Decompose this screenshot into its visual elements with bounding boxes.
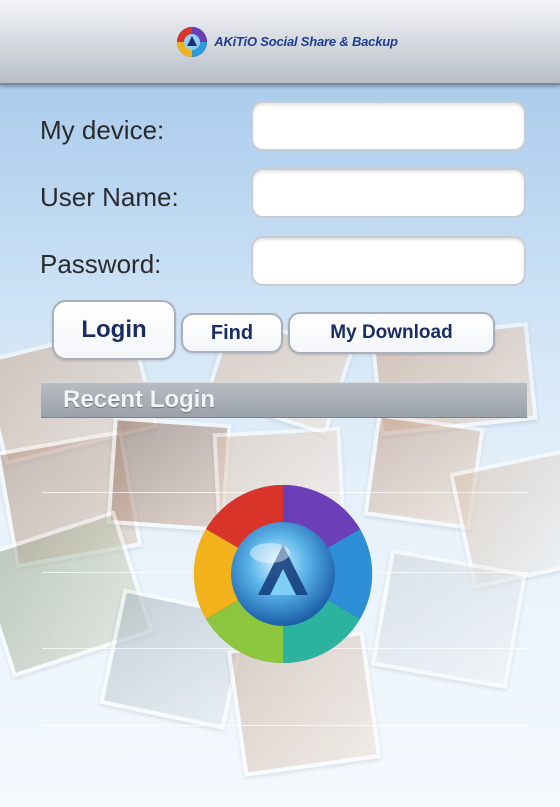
app-screen: AKiTiO Social Share & Backup My device: … xyxy=(0,0,560,807)
device-label: My device: xyxy=(40,115,165,145)
title-bar: AKiTiO Social Share & Backup xyxy=(0,0,560,85)
find-button[interactable]: Find xyxy=(181,313,283,353)
app-title: AKiTiO Social Share & Backup xyxy=(214,34,398,49)
device-input[interactable] xyxy=(251,101,526,151)
recent-login-title: Recent Login xyxy=(63,386,216,413)
username-input[interactable] xyxy=(251,168,526,218)
password-input[interactable] xyxy=(251,236,526,286)
recent-list-divider xyxy=(42,725,528,726)
akitio-aperture-logo-icon xyxy=(192,483,374,665)
username-label: User Name: xyxy=(40,182,179,212)
login-button[interactable]: Login xyxy=(52,300,176,360)
recent-login-header: Recent Login xyxy=(41,382,527,418)
akitio-logo-icon xyxy=(176,26,208,58)
my-download-button[interactable]: My Download xyxy=(288,312,495,354)
password-label: Password: xyxy=(40,249,162,279)
title-group: AKiTiO Social Share & Backup xyxy=(176,26,398,58)
